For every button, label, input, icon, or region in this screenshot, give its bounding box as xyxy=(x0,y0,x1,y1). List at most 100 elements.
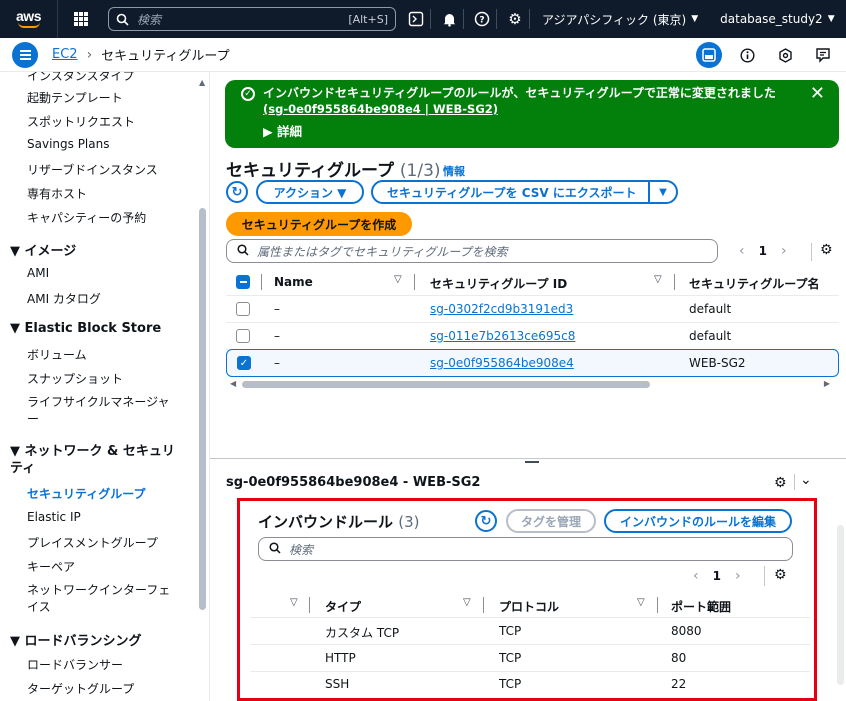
sort-caret-icon[interactable]: ▽ xyxy=(654,274,662,285)
export-dropdown-caret-icon[interactable]: ▼ xyxy=(648,182,676,202)
sidebar-item-elastic-ip[interactable]: Elastic IP xyxy=(27,510,81,524)
sidebar-item-spot-requests[interactable]: スポットリクエスト xyxy=(27,113,135,130)
sidebar-item-load-balancers[interactable]: ロードバランサー xyxy=(27,656,123,673)
detail-panel-scrollbar[interactable] xyxy=(837,525,844,685)
info-link[interactable]: 情報 xyxy=(443,163,465,179)
sidebar-item-capacity-reservations[interactable]: キャパシティーの予約 xyxy=(27,209,146,226)
row-checkbox[interactable] xyxy=(236,329,250,343)
settings-gear-icon[interactable]: ⚙ xyxy=(501,0,529,38)
sort-caret-icon[interactable]: ▽ xyxy=(637,597,645,608)
search-icon xyxy=(269,541,281,557)
page-number[interactable]: 1 xyxy=(713,569,721,583)
col-header-sg-id[interactable]: セキュリティグループ ID xyxy=(430,275,567,292)
breadcrumb-current: セキュリティグループ xyxy=(101,49,230,64)
create-security-group-button[interactable]: セキュリティグループを作成 xyxy=(226,212,412,236)
sidebar-item-security-groups[interactable]: セキュリティグループ xyxy=(27,485,146,502)
chevron-left-icon[interactable]: ‹ xyxy=(739,243,745,259)
col-header-sg-name[interactable]: セキュリティグループ名 xyxy=(689,275,820,292)
table-row[interactable]: HTTP TCP 80 xyxy=(250,645,810,672)
search-shortcut: [Alt+S] xyxy=(348,12,388,26)
sidebar-item-savings-plans[interactable]: Savings Plans xyxy=(27,137,109,151)
sidebar-item-dedicated-hosts[interactable]: 専有ホスト xyxy=(27,185,87,202)
inbound-refresh-button[interactable]: ↻ xyxy=(475,510,497,532)
cloudshell-icon[interactable] xyxy=(402,0,430,38)
row-sg-id-link[interactable]: sg-0e0f955864be908e4 xyxy=(430,356,574,370)
table-row-selected[interactable]: ✓ – sg-0e0f955864be908e4 WEB-SG2 xyxy=(226,349,839,377)
sort-caret-icon[interactable]: ▽ xyxy=(463,597,471,608)
refresh-button[interactable]: ↻ xyxy=(226,181,248,203)
chevron-right-icon[interactable]: › xyxy=(735,568,741,584)
row-name: – xyxy=(274,356,280,370)
scroll-left-arrow-icon[interactable]: ◀ xyxy=(230,379,236,388)
sort-caret-icon[interactable]: ▽ xyxy=(394,274,402,285)
rule-protocol: TCP xyxy=(499,624,522,638)
col-header-port-range[interactable]: ポート範囲 xyxy=(671,598,731,615)
col-header-type[interactable]: タイプ xyxy=(325,598,361,615)
page-number[interactable]: 1 xyxy=(759,244,767,258)
row-sg-id-link[interactable]: sg-011e7b2613ce695c8 xyxy=(430,329,575,343)
sidebar-item-launch-templates[interactable]: 起動テンプレート xyxy=(27,89,123,106)
sidebar-section-load-balancing[interactable]: ▼ ロードバランシング xyxy=(10,630,142,649)
scroll-right-arrow-icon[interactable]: ▶ xyxy=(824,379,830,388)
global-search-input[interactable]: 検索 [Alt+S] xyxy=(108,7,396,31)
actions-dropdown-button[interactable]: アクション ▼ xyxy=(256,180,364,204)
chevron-left-icon[interactable]: ‹ xyxy=(693,568,699,584)
chevron-right-icon[interactable]: › xyxy=(781,243,787,259)
flash-details-toggle[interactable]: ▶ 詳細 xyxy=(263,121,302,140)
split-panel-icon[interactable] xyxy=(696,42,722,68)
sidebar-section-ebs[interactable]: ▼ Elastic Block Store xyxy=(10,321,161,336)
sidebar-item-volumes[interactable]: ボリューム xyxy=(27,346,87,363)
resize-handle-icon[interactable] xyxy=(525,461,539,463)
sidebar-item-lifecycle-manager[interactable]: ライフサイクルマネージャー xyxy=(27,394,177,428)
col-header-protocol[interactable]: プロトコル xyxy=(499,598,559,615)
side-menu-toggle-icon[interactable] xyxy=(12,41,38,68)
table-row[interactable]: カスタム TCP TCP 8080 xyxy=(250,618,810,645)
flash-sg-link[interactable]: (sg-0e0f955864be908e4 | WEB-SG2) xyxy=(263,102,498,116)
table-row[interactable]: – sg-011e7b2613ce695c8 default xyxy=(226,323,839,350)
sort-caret-icon[interactable]: ▽ xyxy=(290,597,298,608)
sidebar-item-ami-catalog[interactable]: AMI カタログ xyxy=(27,290,101,307)
feedback-icon[interactable] xyxy=(810,42,836,68)
account-menu[interactable]: database_study2 ▼ xyxy=(720,12,834,26)
sidebar-item-target-groups[interactable]: ターゲットグループ xyxy=(27,680,134,697)
dismiss-close-icon[interactable]: ✕ xyxy=(810,83,825,104)
row-checkbox[interactable] xyxy=(236,302,250,316)
detail-panel-title: sg-0e0f955864be908e4 - WEB-SG2 xyxy=(226,475,481,490)
scrollbar-thumb[interactable] xyxy=(242,381,650,388)
inbound-filter-input[interactable]: 検索 xyxy=(258,537,793,561)
aws-logo[interactable]: aws xyxy=(0,0,58,38)
sidebar-scrollbar[interactable] xyxy=(199,208,206,610)
scroll-up-arrow-icon[interactable]: ▲ xyxy=(199,78,205,87)
help-icon[interactable]: ? xyxy=(468,0,496,38)
sidebar-section-network-security[interactable]: ▼ ネットワーク & セキュリティ xyxy=(10,443,175,477)
row-sg-id-link[interactable]: sg-0302f2cd9b3191ed3 xyxy=(430,302,573,316)
sidebar-item-placement-groups[interactable]: プレイスメントグループ xyxy=(27,534,158,551)
sidebar-item-ami[interactable]: AMI xyxy=(27,266,49,280)
sidebar-item-network-interfaces[interactable]: ネットワークインターフェイス xyxy=(27,582,177,616)
info-circle-icon[interactable] xyxy=(734,42,760,68)
inbound-preferences-gear-icon[interactable]: ⚙ xyxy=(774,567,787,583)
horizontal-scrollbar[interactable]: ◀ ▶ xyxy=(230,379,830,389)
region-selector[interactable]: アジアパシフィック (東京) ▼ xyxy=(542,11,698,28)
collapse-chevron-down-icon[interactable]: ⌄ xyxy=(800,472,812,488)
panel-settings-gear-icon[interactable]: ⚙ xyxy=(774,475,787,491)
hexagon-settings-icon[interactable] xyxy=(772,42,798,68)
services-grid-icon[interactable] xyxy=(66,0,96,38)
sidebar-section-images[interactable]: ▼ イメージ xyxy=(10,240,76,259)
edit-inbound-rules-button[interactable]: インバウンドのルールを編集 xyxy=(604,509,792,533)
col-header-name[interactable]: Name xyxy=(274,275,313,289)
sidebar-item-instance-types[interactable]: インスタンスタイプ xyxy=(27,72,135,84)
sg-filter-input[interactable]: 属性またはタグでセキュリティグループを検索 xyxy=(226,239,718,263)
export-csv-button[interactable]: セキュリティグループを CSV にエクスポート ▼ xyxy=(371,180,678,204)
table-row[interactable]: – sg-0302f2cd9b3191ed3 default xyxy=(226,296,839,323)
table-preferences-gear-icon[interactable]: ⚙ xyxy=(820,242,833,258)
sidebar-item-reserved-instances[interactable]: リザーブドインスタンス xyxy=(27,161,158,178)
table-row[interactable]: SSH TCP 22 xyxy=(250,671,810,698)
sidebar-item-key-pairs[interactable]: キーペア xyxy=(27,558,75,575)
manage-tags-button[interactable]: タグを管理 xyxy=(506,509,596,533)
sidebar-item-snapshots[interactable]: スナップショット xyxy=(27,370,123,387)
notifications-bell-icon[interactable] xyxy=(435,0,463,38)
breadcrumb-ec2-link[interactable]: EC2 xyxy=(52,47,78,62)
row-checkbox-checked[interactable]: ✓ xyxy=(237,356,251,370)
select-all-checkbox[interactable] xyxy=(236,275,250,289)
